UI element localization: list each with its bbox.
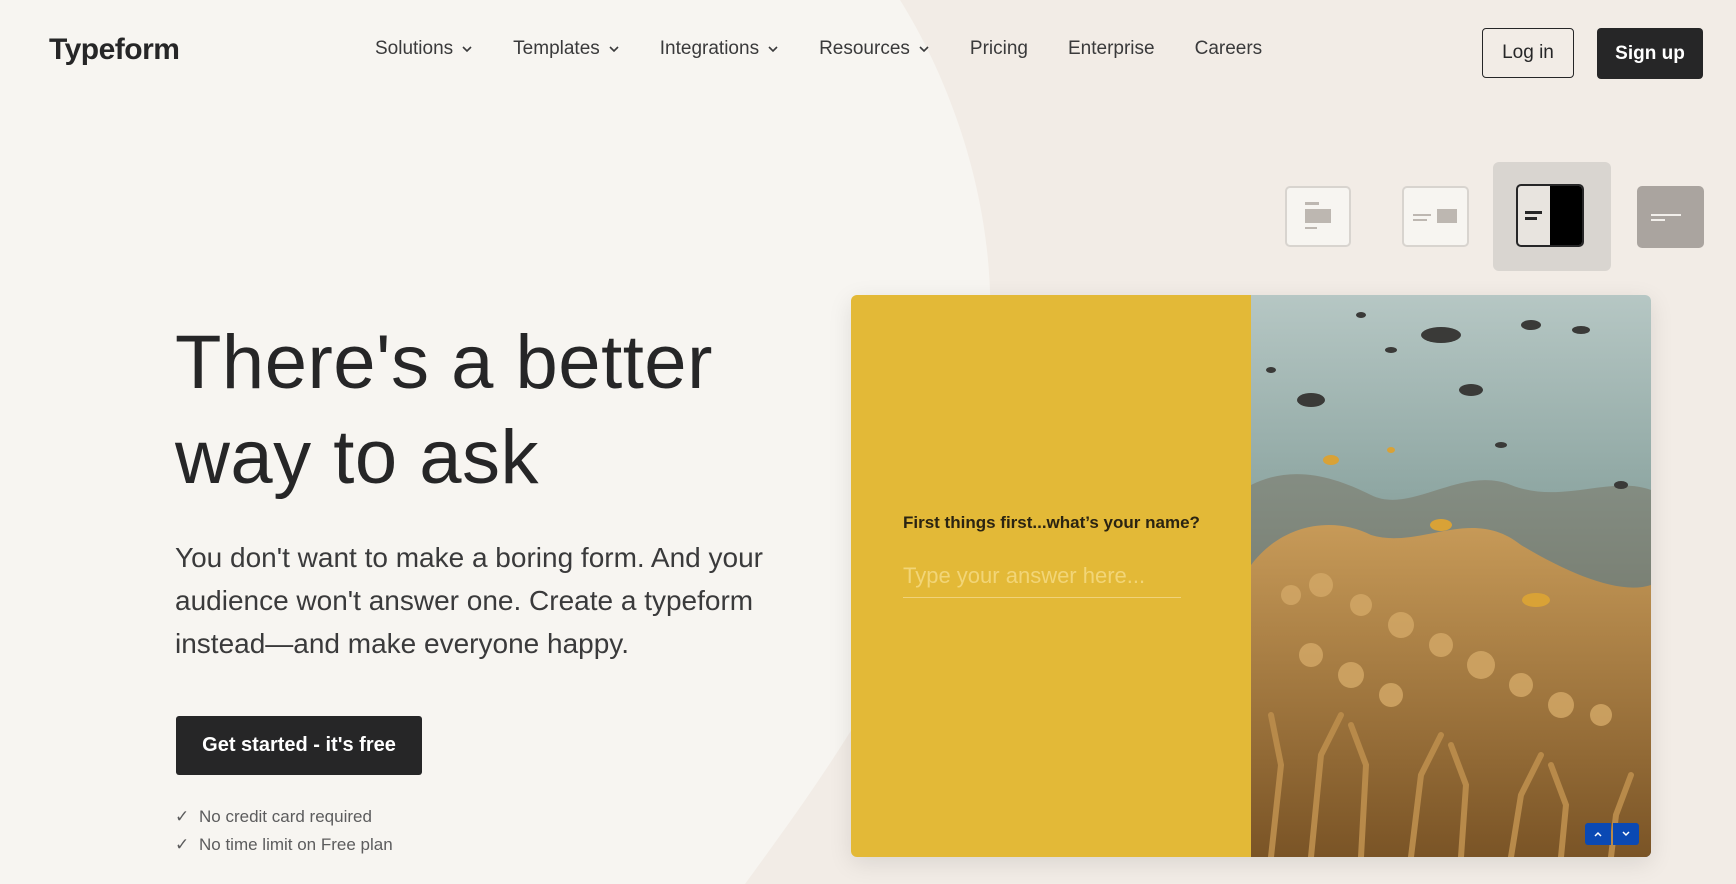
nav-pricing[interactable]: Pricing (970, 38, 1028, 60)
previous-question-button[interactable] (1585, 823, 1611, 845)
form-question-panel: First things first...what’s your name? (851, 295, 1251, 857)
nav-label: Integrations (659, 38, 760, 59)
nav-label: Templates (513, 38, 600, 59)
login-button[interactable]: Log in (1482, 28, 1574, 78)
nav-label: Pricing (969, 38, 1028, 59)
layout-option-split-image[interactable] (1516, 184, 1584, 247)
nav-label: Careers (1194, 38, 1263, 59)
checkmark-icon: ✓ (175, 807, 190, 826)
chevron-down-icon (462, 46, 472, 53)
nav-solutions[interactable]: Solutions (375, 38, 473, 60)
benefit-text: No time limit on Free plan (199, 835, 393, 854)
signup-button[interactable]: Sign up (1597, 28, 1703, 79)
form-question: First things first...what’s your name? (903, 513, 1200, 532)
split-image-right-layout-icon (1525, 186, 1582, 245)
hero-subtitle: You don't want to make a boring form. An… (175, 542, 763, 659)
hero-title-line: There's a better (175, 320, 713, 405)
nav-label: Enterprise (1067, 38, 1155, 59)
nav-careers[interactable]: Careers (1195, 38, 1263, 60)
main-menu: Solutions Templates Integrations Resourc… (375, 38, 1302, 60)
chevron-up-icon (1594, 831, 1602, 837)
list-item: ✓ No time limit on Free plan (175, 831, 393, 859)
nav-integrations[interactable]: Integrations (660, 38, 779, 60)
stack-left-layout-icon (1305, 202, 1331, 229)
chevron-down-icon (1622, 831, 1630, 837)
layout-option-wallpaper[interactable] (1637, 186, 1704, 248)
nav-label: Solutions (375, 38, 454, 59)
chevron-down-icon (919, 46, 929, 53)
coral-reef-illustration (1251, 295, 1651, 857)
chevron-down-icon (609, 46, 619, 53)
layout-option-stack[interactable] (1285, 186, 1351, 247)
layout-picker (1280, 160, 1710, 275)
top-navigation: Typeform Solutions Templates Integration… (0, 0, 1736, 104)
hero-title: There's a better way to ask (175, 315, 713, 505)
nav-resources[interactable]: Resources (819, 38, 930, 60)
nav-enterprise[interactable]: Enterprise (1068, 38, 1155, 60)
question-navigation (1585, 823, 1639, 845)
next-question-button[interactable] (1613, 823, 1639, 845)
hero-title-line: way to ask (175, 415, 540, 500)
layout-option-split-small[interactable] (1402, 186, 1469, 247)
benefit-text: No credit card required (199, 807, 372, 826)
coral-reef-image (1251, 295, 1651, 857)
split-small-image-layout-icon (1413, 209, 1457, 223)
benefit-list: ✓ No credit card required ✓ No time limi… (175, 803, 393, 859)
form-preview-card: First things first...what’s your name? (851, 295, 1651, 857)
answer-input[interactable] (903, 559, 1181, 598)
nav-label: Resources (819, 38, 910, 59)
nav-templates[interactable]: Templates (513, 38, 620, 60)
wallpaper-layout-icon (1651, 214, 1681, 221)
typeform-logo[interactable]: Typeform (49, 33, 180, 67)
checkmark-icon: ✓ (175, 835, 190, 854)
chevron-down-icon (768, 46, 778, 53)
get-started-button[interactable]: Get started - it's free (176, 716, 422, 775)
list-item: ✓ No credit card required (175, 803, 393, 831)
